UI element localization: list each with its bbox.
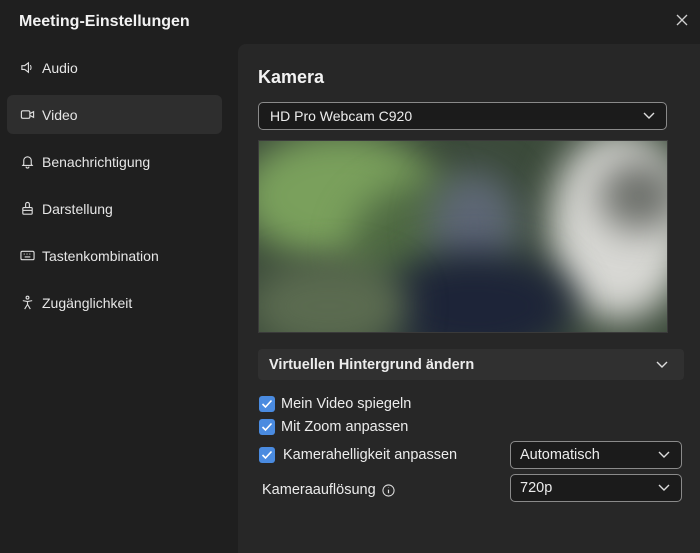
mirror-video-checkbox[interactable]: Mein Video spiegeln	[259, 396, 411, 412]
close-button[interactable]	[672, 10, 692, 30]
sidebar-item-accessibility[interactable]: Zugänglichkeit	[7, 283, 222, 322]
sidebar-item-label: Tastenkombination	[42, 247, 159, 264]
sidebar-item-video[interactable]: Video	[7, 95, 222, 134]
sidebar-item-label: Benachrichtigung	[42, 153, 151, 170]
close-icon	[676, 14, 688, 26]
checkmark-icon	[259, 419, 275, 435]
sidebar-item-appearance[interactable]: Darstellung	[7, 189, 222, 228]
checkmark-icon	[259, 396, 275, 412]
resolution-label: Kameraauflösung	[262, 482, 376, 498]
window-title: Meeting-Einstellungen	[19, 13, 190, 30]
camera-icon	[19, 107, 35, 123]
chevron-down-icon	[658, 451, 670, 458]
accessibility-icon	[19, 295, 35, 311]
virtual-background-label: Virtuellen Hintergrund ändern	[269, 356, 475, 373]
sidebar-item-label: Darstellung	[42, 200, 113, 217]
sidebar-item-shortcuts[interactable]: Tastenkombination	[7, 236, 222, 275]
chevron-down-icon	[643, 112, 655, 119]
chevron-down-icon	[658, 484, 670, 491]
speaker-icon	[19, 60, 35, 76]
camera-device-value: HD Pro Webcam C920	[270, 108, 413, 124]
keyboard-icon	[19, 248, 35, 264]
brightness-select[interactable]: Automatisch	[510, 441, 682, 469]
checkmark-icon	[259, 447, 275, 463]
info-icon[interactable]	[382, 483, 395, 497]
page-title: Kamera	[258, 67, 325, 87]
bell-icon	[19, 154, 35, 170]
sidebar: Audio Video Benachrichtigung Darstellung…	[7, 48, 222, 330]
zoom-adjust-label: Mit Zoom anpassen	[281, 419, 409, 435]
sidebar-item-label: Zugänglichkeit	[42, 294, 133, 311]
paint-icon	[19, 201, 35, 217]
settings-panel: Kamera HD Pro Webcam C920 Virtuellen Hin…	[238, 44, 700, 553]
virtual-background-dropdown[interactable]: Virtuellen Hintergrund ändern	[258, 349, 684, 380]
brightness-label: Kamerahelligkeit anpassen	[283, 447, 458, 463]
camera-device-select[interactable]: HD Pro Webcam C920	[258, 102, 667, 130]
chevron-down-icon	[656, 361, 668, 368]
resolution-value: 720p	[520, 480, 553, 496]
sidebar-item-notification[interactable]: Benachrichtigung	[7, 142, 222, 181]
sidebar-item-label: Video	[42, 106, 78, 123]
camera-preview	[258, 140, 668, 333]
mirror-video-label: Mein Video spiegeln	[281, 396, 412, 412]
resolution-select[interactable]: 720p	[510, 474, 682, 502]
zoom-adjust-checkbox[interactable]: Mit Zoom anpassen	[259, 419, 408, 435]
brightness-value: Automatisch	[520, 447, 600, 463]
resolution-label-row: Kameraauflösung	[262, 482, 395, 498]
sidebar-item-label: Audio	[42, 59, 78, 76]
sidebar-item-audio[interactable]: Audio	[7, 48, 222, 87]
brightness-checkbox[interactable]: Kamerahelligkeit anpassen	[259, 447, 457, 463]
